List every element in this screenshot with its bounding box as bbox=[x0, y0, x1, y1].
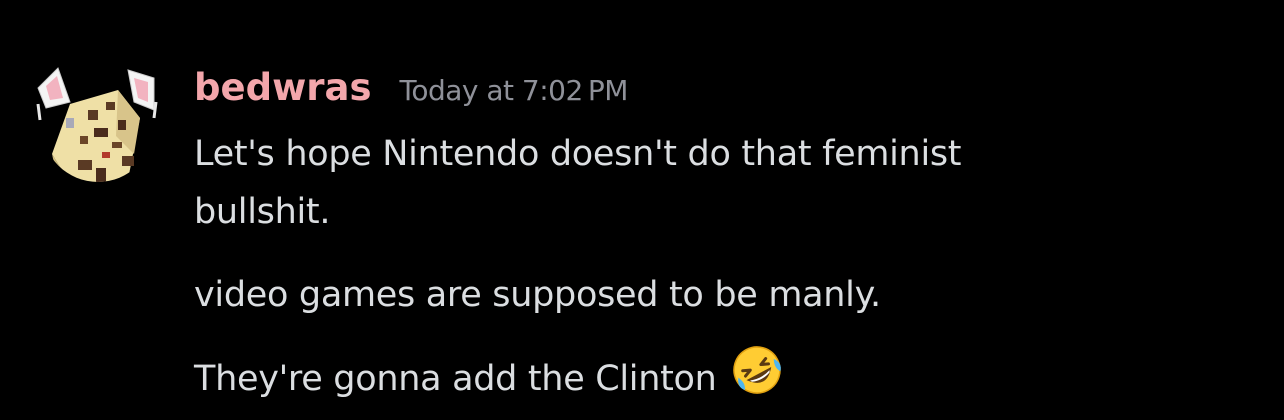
avatar[interactable] bbox=[30, 58, 166, 194]
rolling-on-the-floor-laughing-emoji-icon[interactable] bbox=[729, 342, 785, 398]
message-line: They're gonna add the Clinton bbox=[194, 359, 717, 399]
message-line: Let's hope Nintendo doesn't do that femi… bbox=[194, 134, 962, 174]
message-text: Let's hope Nintendo doesn't do that femi… bbox=[194, 125, 1234, 241]
message-header: bedwras Today at 7:02 PM bbox=[194, 62, 628, 114]
message-line: bullshit. bbox=[194, 192, 331, 232]
cat-ear-block-avatar-icon bbox=[36, 67, 158, 182]
username[interactable]: bedwras bbox=[194, 62, 371, 114]
message-text: They're gonna add the Clinton bbox=[194, 342, 1234, 408]
timestamp[interactable]: Today at 7:02 PM bbox=[399, 74, 628, 107]
chat-message-group: bedwras Today at 7:02 PM Let's hope Nint… bbox=[0, 0, 1284, 420]
message-text: video games are supposed to be manly. bbox=[194, 275, 881, 315]
